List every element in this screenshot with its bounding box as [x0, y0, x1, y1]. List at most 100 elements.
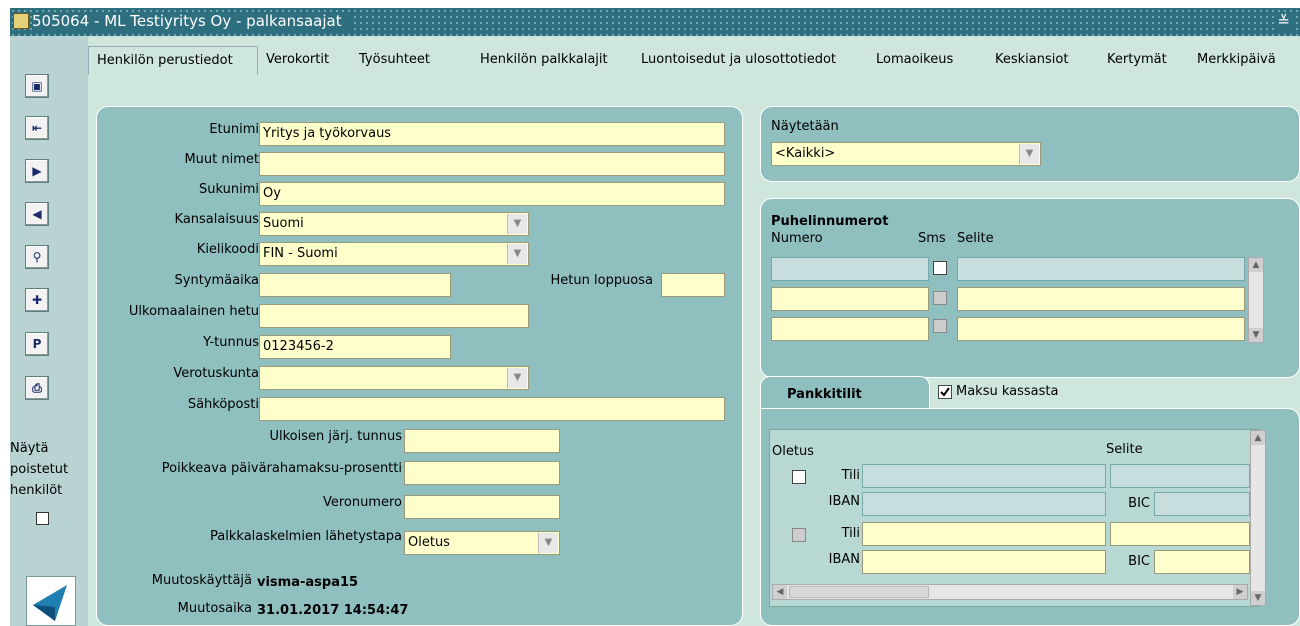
lahetystapa-select[interactable]: Oletus ▼ — [404, 531, 560, 555]
scroll-up-icon[interactable]: ▲ — [1249, 258, 1263, 272]
phone-number-field[interactable] — [771, 257, 929, 281]
app-icon — [13, 13, 29, 29]
hetu-field[interactable] — [661, 273, 725, 297]
verotuskunta-select[interactable]: ▼ — [259, 366, 529, 390]
muut-nimet-field[interactable] — [259, 152, 725, 176]
show-deleted-label-line2: poistetut — [10, 462, 69, 477]
hetu-label: Hetun loppuosa — [550, 273, 653, 288]
search-icon[interactable]: ⚲ — [25, 245, 49, 269]
syntymaaika-label: Syntymäaika — [174, 273, 259, 288]
tab-luontoisedut[interactable]: Luontoisedut ja ulosottotiedot — [633, 46, 844, 75]
phone-sms-checkbox[interactable] — [933, 261, 947, 275]
p-button[interactable]: P — [25, 332, 49, 356]
y-tunnus-field[interactable]: 0123456-2 — [259, 335, 451, 359]
exit-icon[interactable]: ⇤ — [25, 116, 49, 140]
tab-pankkitilit[interactable]: Pankkitilit — [760, 376, 930, 412]
veronumero-field[interactable] — [404, 495, 560, 519]
tab-label: Keskiansiot — [995, 52, 1069, 67]
phones-col-selite: Selite — [957, 231, 994, 246]
kansalaisuus-select[interactable]: Suomi ▼ — [259, 212, 529, 236]
save-icon[interactable]: ▣ — [25, 74, 49, 98]
bic-label: BIC — [1128, 554, 1150, 569]
tili-field[interactable] — [862, 522, 1106, 546]
tab-keskiansiot[interactable]: Keskiansiot — [987, 46, 1076, 75]
bank-default-checkbox[interactable] — [792, 470, 806, 484]
muut-nimet-label: Muut nimet — [184, 152, 259, 167]
print-icon[interactable]: ⎙ — [25, 376, 49, 400]
previous-icon[interactable]: ◀ — [25, 202, 49, 226]
kansalaisuus-value: Suomi — [263, 216, 304, 231]
kielikoodi-label: Kielikoodi — [196, 242, 259, 257]
scroll-left-icon[interactable]: ◀ — [773, 585, 787, 599]
chevron-down-icon[interactable]: ▼ — [1019, 144, 1039, 164]
poikkeava-label: Poikkeava päivärahamaksu-prosentti — [161, 461, 402, 476]
chevron-down-icon[interactable]: ▼ — [507, 368, 527, 388]
etunimi-field[interactable]: Yritys ja työkorvaus — [259, 122, 725, 146]
tab-palkkalajit[interactable]: Henkilön palkkalajit — [472, 46, 616, 75]
chevron-down-icon[interactable]: ▼ — [507, 244, 527, 264]
iban-label: IBAN — [828, 552, 860, 567]
iban-field[interactable] — [862, 550, 1106, 574]
tab-lomaoikeus[interactable]: Lomaoikeus — [868, 46, 961, 75]
bank-horizontal-scrollbar[interactable]: ◀ ▶ — [772, 584, 1248, 600]
maksu-kassasta-label: Maksu kassasta — [956, 384, 1059, 399]
scroll-down-icon[interactable]: ▼ — [1251, 591, 1265, 605]
naytetaan-select[interactable]: <Kaikki> ▼ — [771, 142, 1041, 166]
kielikoodi-select[interactable]: FIN - Suomi ▼ — [259, 242, 529, 266]
phone-sms-checkbox[interactable] — [933, 319, 947, 333]
veronumero-label: Veronumero — [322, 495, 402, 510]
ulkoisen-tunnus-field[interactable] — [404, 429, 560, 453]
tili-field[interactable] — [862, 464, 1106, 488]
new-record-icon[interactable]: ✚ — [25, 288, 49, 312]
iban-label: IBAN — [828, 494, 860, 509]
ulkoisen-tunnus-label: Ulkoisen järj. tunnus — [269, 429, 402, 444]
ulkomaalainen-hetu-field[interactable] — [259, 304, 529, 328]
tab-label: Lomaoikeus — [876, 52, 954, 67]
bank-selite-field[interactable] — [1110, 464, 1250, 488]
syntymaaika-field[interactable] — [259, 273, 451, 297]
bank-default-checkbox[interactable] — [792, 528, 806, 542]
minimize-icon[interactable]: ≚ — [1275, 12, 1292, 30]
bank-vertical-scrollbar[interactable]: ▲ ▼ — [1250, 430, 1266, 606]
next-icon[interactable]: ▶ — [25, 159, 49, 183]
tab-label: Luontoisedut ja ulosottotiedot — [641, 52, 836, 67]
phone-number-field[interactable] — [771, 287, 929, 311]
chevron-down-icon[interactable]: ▼ — [507, 214, 527, 234]
tab-kertymat[interactable]: Kertymät — [1099, 46, 1175, 75]
bic-field[interactable] — [1154, 492, 1250, 516]
phone-selite-field[interactable] — [957, 317, 1245, 341]
tab-label: Kertymät — [1107, 52, 1167, 67]
phone-sms-checkbox[interactable] — [933, 291, 947, 305]
muutoskayttaja-value: visma-aspa15 — [257, 575, 359, 590]
tab-perustiedot[interactable]: Henkilön perustiedot — [88, 46, 258, 75]
tab-label: Merkkipäivä — [1197, 52, 1276, 67]
phones-scrollbar[interactable]: ▲ ▼ — [1248, 257, 1264, 343]
naytetaan-value: <Kaikki> — [775, 146, 836, 161]
phone-number-field[interactable] — [771, 317, 929, 341]
tab-verokortit[interactable]: Verokortit — [258, 46, 337, 75]
scroll-right-icon[interactable]: ▶ — [1233, 585, 1247, 599]
bic-field[interactable] — [1154, 550, 1250, 574]
tab-tyosuhteet[interactable]: Työsuhteet — [351, 46, 438, 75]
sahkoposti-label: Sähköposti — [187, 397, 259, 412]
bank-selite-field[interactable] — [1110, 522, 1250, 546]
tab-merkkipaiva[interactable]: Merkkipäivä — [1189, 46, 1284, 75]
scroll-thumb[interactable] — [789, 586, 929, 598]
maksu-kassasta-checkbox[interactable] — [938, 385, 952, 399]
tab-label: Verokortit — [266, 52, 330, 67]
phone-selite-field[interactable] — [957, 257, 1245, 281]
scroll-up-icon[interactable]: ▲ — [1251, 431, 1265, 445]
sukunimi-field[interactable]: Oy — [259, 182, 725, 206]
muutosaika-value: 31.01.2017 14:54:47 — [257, 603, 409, 618]
tili-label: Tili — [841, 526, 860, 541]
iban-field[interactable] — [862, 492, 1106, 516]
chevron-down-icon[interactable]: ▼ — [538, 533, 558, 553]
verotuskunta-label: Verotuskunta — [173, 366, 259, 381]
poikkeava-field[interactable] — [404, 461, 560, 485]
phone-selite-field[interactable] — [957, 287, 1245, 311]
sukunimi-label: Sukunimi — [199, 182, 259, 197]
show-deleted-checkbox[interactable] — [36, 512, 49, 525]
scroll-down-icon[interactable]: ▼ — [1249, 328, 1263, 342]
sahkoposti-field[interactable] — [259, 397, 725, 421]
tili-label: Tili — [841, 468, 860, 483]
